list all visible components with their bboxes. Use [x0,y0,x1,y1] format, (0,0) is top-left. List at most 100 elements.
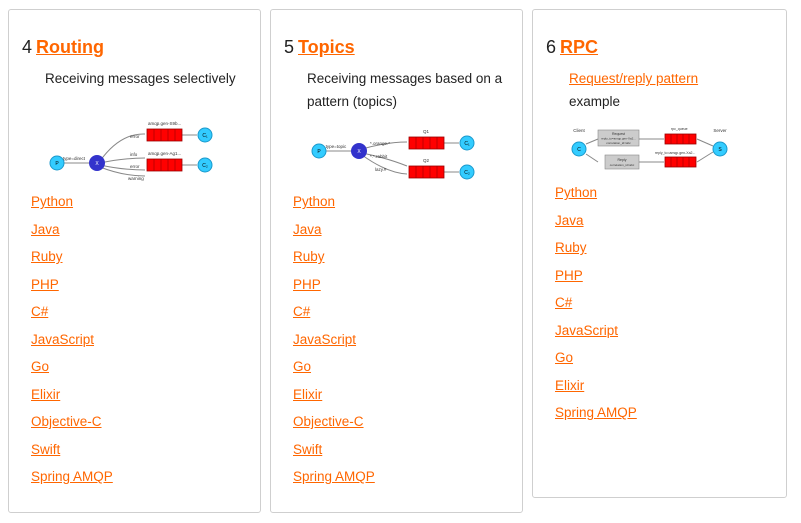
client-label: Client [573,128,585,133]
binding-label: *.*.rabbit [370,154,388,159]
card-number: 4 [22,37,33,57]
svg-text:correlation_id=abc: correlation_id=abc [606,141,631,145]
language-link-java[interactable]: Java [31,222,60,237]
request-box: Request reply_to=amqp.gen-Xa2... correla… [597,129,640,147]
tutorial-card-topics: 5 Topics Receiving messages based on a pa… [270,9,523,513]
list-item: Go [555,347,637,375]
language-link-javascript[interactable]: JavaScript [31,332,94,347]
binding-label: *.orange.* [370,141,390,146]
list-item: Go [31,356,113,384]
list-item: Elixir [555,375,637,403]
card-title-link[interactable]: Routing [36,37,104,57]
language-link-csharp[interactable]: C# [555,295,572,310]
routing-diagram: P X type=direct error info error warning… [49,121,213,181]
list-item: Python [31,191,113,219]
card-number: 6 [546,37,557,57]
description-text: example [569,94,621,109]
consumer-label: C₂ [464,170,470,176]
card-title-link[interactable]: Topics [298,37,355,57]
language-link-python[interactable]: Python [31,194,73,209]
list-item: Spring AMQP [555,402,637,430]
card-description: Request/reply pattern example [569,67,769,113]
language-link-php[interactable]: PHP [31,277,59,292]
queue-2 [146,158,183,172]
language-link-java[interactable]: Java [555,213,584,228]
consumer-label: C₁ [464,141,470,147]
queue-1 [146,128,183,142]
language-link-python[interactable]: Python [555,185,597,200]
language-link-csharp[interactable]: C# [293,304,310,319]
list-item: Elixir [293,384,375,412]
consumer-label: C₂ [202,163,208,169]
language-list: Python Java Ruby PHP C# JavaScript Go El… [293,191,375,494]
list-item: PHP [31,274,113,302]
card-description: Receiving messages selectively [45,71,236,86]
card-title-link[interactable]: RPC [560,37,598,57]
queue-name: amqp.gen-Ag1... [148,151,181,156]
list-item: Objective-C [293,411,375,439]
list-item: Ruby [31,246,113,274]
language-link-elixir[interactable]: Elixir [31,387,60,402]
list-item: Java [555,210,637,238]
language-link-javascript[interactable]: JavaScript [555,323,618,338]
language-link-objective-c[interactable]: Objective-C [293,414,364,429]
list-item: PHP [555,265,637,293]
rpc-queue [664,133,697,145]
queue-2 [408,165,445,179]
queue-name: amqp.gen-S9b... [148,121,181,126]
svg-text:Reply: Reply [618,158,627,162]
binding-label: info [130,152,138,157]
list-item: JavaScript [31,329,113,357]
list-item: C# [293,301,375,329]
binding-label: type=direct [63,156,86,161]
list-item: Spring AMQP [293,466,375,494]
language-link-php[interactable]: PHP [555,268,583,283]
language-link-go[interactable]: Go [293,359,311,374]
language-link-javascript[interactable]: JavaScript [293,332,356,347]
language-link-objective-c[interactable]: Objective-C [31,414,102,429]
language-link-swift[interactable]: Swift [293,442,322,457]
language-link-elixir[interactable]: Elixir [555,378,584,393]
language-link-go[interactable]: Go [31,359,49,374]
language-link-php[interactable]: PHP [293,277,321,292]
binding-label: warning [128,176,144,181]
list-item: JavaScript [555,320,637,348]
language-link-go[interactable]: Go [555,350,573,365]
list-item: PHP [293,274,375,302]
language-link-spring-amqp[interactable]: Spring AMQP [555,405,637,420]
svg-text:correlation_id=abc: correlation_id=abc [610,163,635,167]
topics-diagram: P X type=topic *.orange.* *.*.rabbit laz… [311,129,475,180]
rpc-diagram: Client Server C Request reply_to=amqp.ge… [571,127,728,170]
language-link-java[interactable]: Java [293,222,322,237]
svg-text:reply_to=amqp.gen-Xa2...: reply_to=amqp.gen-Xa2... [601,137,636,141]
list-item: Swift [293,439,375,467]
reply-queue [664,156,697,168]
language-link-elixir[interactable]: Elixir [293,387,322,402]
list-item: Ruby [555,237,637,265]
language-link-ruby[interactable]: Ruby [293,249,325,264]
list-item: Ruby [293,246,375,274]
language-list: Python Java Ruby PHP C# JavaScript Go El… [555,182,637,430]
language-link-spring-amqp[interactable]: Spring AMQP [293,469,375,484]
language-link-ruby[interactable]: Ruby [555,240,587,255]
queue-name: reply_to=amqp.gen-Xa2... [655,151,695,155]
tutorial-card-routing: 4 Routing Receiving messages selectively … [8,9,261,513]
list-item: C# [555,292,637,320]
list-item: Java [293,219,375,247]
queue-name: Q2 [423,158,430,163]
queue-name: Q1 [423,129,430,134]
list-item: Go [293,356,375,384]
request-reply-link[interactable]: Request/reply pattern [569,71,698,86]
binding-label: error [130,164,140,169]
language-link-swift[interactable]: Swift [31,442,60,457]
queue-1 [408,136,445,150]
language-link-ruby[interactable]: Ruby [31,249,63,264]
binding-label: type=topic [326,144,347,149]
card-description: Receiving messages based on a pattern (t… [307,71,503,109]
server-label: Server [713,128,727,133]
language-link-spring-amqp[interactable]: Spring AMQP [31,469,113,484]
list-item: Objective-C [31,411,113,439]
language-link-csharp[interactable]: C# [31,304,48,319]
language-link-python[interactable]: Python [293,194,335,209]
binding-label: lazy.# [375,167,387,172]
